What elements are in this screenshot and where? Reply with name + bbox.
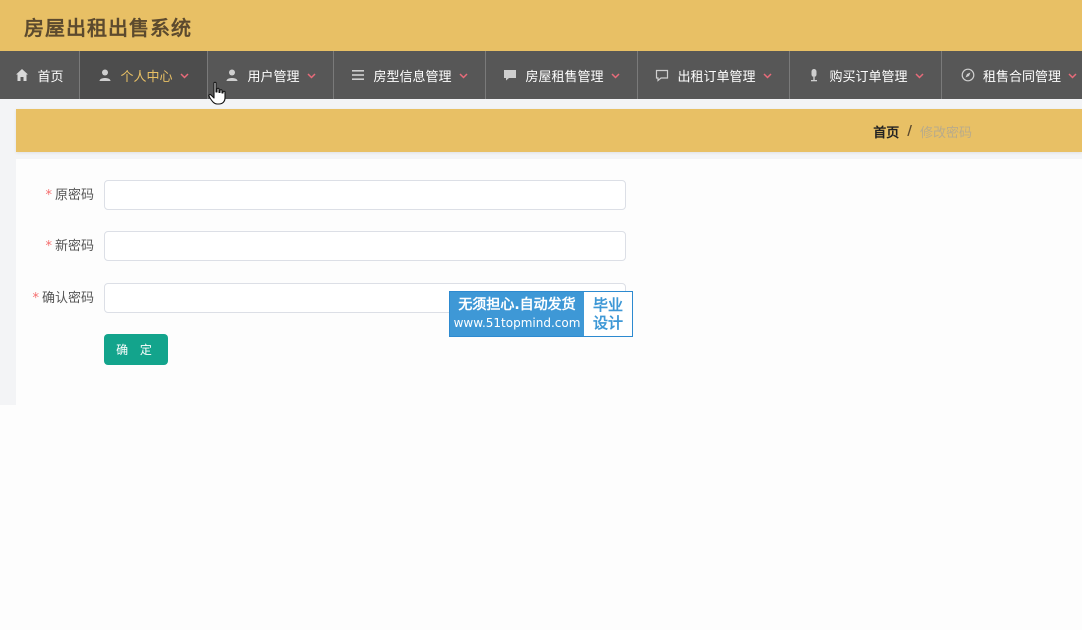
chevron-down-icon (306, 71, 316, 80)
old-password-label: * 原密码 (45, 180, 94, 212)
nav-label-user-management: 用户管理 (247, 69, 300, 85)
chat-icon (503, 68, 517, 82)
breadcrumb-home-link[interactable]: 首页 (873, 122, 899, 141)
submit-button[interactable]: 确 定 (104, 334, 168, 365)
chevron-down-icon (762, 71, 772, 80)
chevron-down-icon (179, 71, 189, 80)
breadcrumb-bar: 首页 / 修改密码 (16, 109, 1082, 152)
content-area: 首页 / 修改密码 * 原密码 * 新密码 * 确认密码 确 定 (0, 99, 1082, 405)
required-mark: * (32, 291, 39, 306)
required-mark: * (45, 188, 52, 203)
chevron-down-icon (458, 71, 468, 80)
nav-item-house-rent-sale-management[interactable]: 房屋租售管理 (486, 51, 638, 99)
new-password-label-text: 新密码 (54, 239, 94, 254)
breadcrumb-separator: / (907, 124, 912, 139)
form-row-old-password: * 原密码 (16, 180, 1082, 212)
nav-label-home: 首页 (37, 69, 64, 85)
nav-label-house-rent-sale-management: 房屋租售管理 (525, 69, 604, 85)
old-password-input[interactable] (104, 180, 626, 210)
chevron-down-icon (914, 71, 924, 80)
breadcrumb: 首页 / 修改密码 (873, 122, 972, 141)
confirm-password-input[interactable] (104, 283, 626, 313)
nav-item-room-type-management[interactable]: 房型信息管理 (334, 51, 486, 99)
nav-label-personal-center: 个人中心 (120, 69, 173, 85)
nav-label-contract-management: 租售合同管理 (982, 69, 1061, 85)
form-row-new-password: * 新密码 (16, 231, 1082, 263)
breadcrumb-current: 修改密码 (919, 126, 972, 141)
nav-label-room-type-management: 房型信息管理 (373, 69, 452, 85)
compass-icon (961, 68, 975, 82)
confirm-password-label: * 确认密码 (32, 283, 94, 315)
form-row-confirm-password: * 确认密码 (16, 283, 1082, 315)
chevron-down-icon (1068, 71, 1077, 80)
mic-icon (807, 68, 821, 82)
chevron-down-icon (610, 71, 620, 80)
nav-label-rental-order-management: 出租订单管理 (677, 69, 756, 85)
app-header: 房屋出租出售系统 (0, 0, 1082, 51)
nav-label-purchase-order-management: 购买订单管理 (829, 69, 908, 85)
user-icon (225, 68, 239, 82)
nav-item-user-management[interactable]: 用户管理 (208, 51, 334, 99)
hand-cursor-icon (208, 81, 226, 105)
confirm-password-label-text: 确认密码 (41, 291, 94, 306)
top-navbar: 首页 个人中心 用户管理 房型信息管理 房屋租售管理 出租订单管理 购买订单管理… (0, 51, 1082, 99)
app-title: 房屋出租出售系统 (24, 16, 192, 40)
list-icon (351, 68, 365, 82)
home-icon (15, 68, 29, 82)
new-password-input[interactable] (104, 231, 626, 261)
nav-item-purchase-order-management[interactable]: 购买订单管理 (790, 51, 942, 99)
chat-outline-icon (655, 68, 669, 82)
new-password-label: * 新密码 (45, 231, 94, 263)
change-password-form: * 原密码 * 新密码 * 确认密码 确 定 (16, 159, 1082, 405)
old-password-label-text: 原密码 (54, 188, 94, 203)
required-mark: * (45, 239, 52, 254)
nav-item-personal-center[interactable]: 个人中心 (80, 51, 208, 99)
nav-item-rental-order-management[interactable]: 出租订单管理 (638, 51, 790, 99)
user-icon (98, 68, 112, 82)
nav-item-contract-management[interactable]: 租售合同管理 (942, 51, 1082, 99)
nav-item-home[interactable]: 首页 (0, 51, 80, 99)
